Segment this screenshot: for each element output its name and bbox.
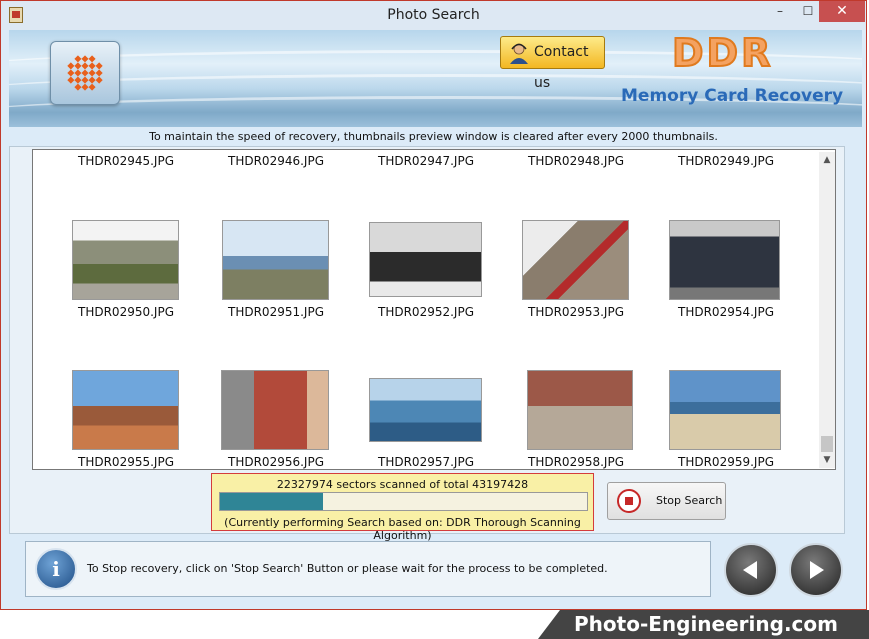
thumbnail-grid[interactable]: THDR02945.JPG THDR02946.JPG THDR02947.JP… (32, 149, 836, 470)
header-banner: Contact us DDR Memory Card Recovery (9, 30, 862, 127)
thumb-filename: THDR02945.JPG (78, 154, 174, 168)
stop-search-button[interactable]: Stop Search (607, 482, 726, 520)
thumbnail-image[interactable] (522, 220, 629, 300)
thumbnail-image[interactable] (669, 370, 781, 450)
thumbnail-image[interactable] (527, 370, 633, 450)
thumb-filename: THDR02955.JPG (78, 455, 174, 469)
product-name: Memory Card Recovery (621, 86, 844, 106)
thumb-filename: THDR02958.JPG (528, 455, 624, 469)
scroll-down-icon[interactable]: ▼ (819, 452, 835, 468)
window-title: Photo Search (387, 7, 480, 23)
status-bar: i To Stop recovery, click on 'Stop Searc… (25, 541, 711, 597)
thumbnail-image[interactable] (72, 220, 179, 300)
thumbnail-scrollbar[interactable]: ▲ ▼ (819, 152, 835, 468)
scroll-up-icon[interactable]: ▲ (819, 152, 835, 168)
back-button[interactable] (724, 543, 778, 597)
main-window: Photo Search – ☐ ✕ Contact us DDR Memory… (0, 0, 867, 610)
title-bar: Photo Search – ☐ ✕ (1, 1, 866, 30)
arrow-left-icon (743, 561, 757, 579)
app-logo (50, 41, 120, 105)
sectors-scanned-text: 22327974 sectors scanned of total 431974… (276, 478, 529, 491)
notice-text: To maintain the speed of recovery, thumb… (149, 130, 718, 143)
close-button[interactable]: ✕ (819, 1, 865, 22)
thumbnail-image[interactable] (369, 378, 482, 442)
stop-search-label: Stop Search (656, 494, 723, 507)
thumb-filename: THDR02957.JPG (378, 455, 474, 469)
thumb-filename: THDR02946.JPG (228, 154, 324, 168)
thumbnail-image[interactable] (669, 220, 780, 300)
info-icon: i (35, 548, 77, 590)
stop-icon (617, 489, 641, 513)
thumb-filename: THDR02950.JPG (78, 305, 174, 319)
scrollbar-thumb[interactable] (821, 436, 833, 452)
minimize-button[interactable]: – (767, 1, 793, 22)
thumb-filename: THDR02953.JPG (528, 305, 624, 319)
maximize-button[interactable]: ☐ (795, 1, 821, 22)
thumb-filename: THDR02954.JPG (678, 305, 774, 319)
brand-logo-text: DDR (671, 30, 774, 76)
thumb-filename: THDR02951.JPG (228, 305, 324, 319)
thumbnail-image[interactable] (222, 220, 329, 300)
thumb-filename: THDR02956.JPG (228, 455, 324, 469)
arrow-right-icon (810, 561, 824, 579)
footer-brand: Photo-Engineering.com (574, 612, 838, 636)
thumb-filename: THDR02952.JPG (378, 305, 474, 319)
checker-logo-icon (67, 55, 103, 91)
support-person-icon (510, 43, 528, 64)
scan-status-box: 22327974 sectors scanned of total 431974… (211, 473, 594, 542)
thumbnail-image[interactable] (369, 222, 482, 297)
thumbnail-image[interactable] (221, 370, 329, 450)
algorithm-text: (Currently performing Search based on: D… (224, 516, 581, 542)
thumb-filename: THDR02947.JPG (378, 154, 474, 168)
contact-us-button[interactable]: Contact us (500, 36, 605, 91)
status-message: To Stop recovery, click on 'Stop Search'… (87, 562, 608, 575)
thumbnail-image[interactable] (72, 370, 179, 450)
scan-progress-bar (219, 492, 588, 511)
progress-fill (220, 493, 323, 510)
footer-watermark: Photo-Engineering.com (538, 610, 869, 639)
next-button[interactable] (789, 543, 843, 597)
thumb-filename: THDR02948.JPG (528, 154, 624, 168)
thumb-filename: THDR02949.JPG (678, 154, 774, 168)
thumb-filename: THDR02959.JPG (678, 455, 774, 469)
